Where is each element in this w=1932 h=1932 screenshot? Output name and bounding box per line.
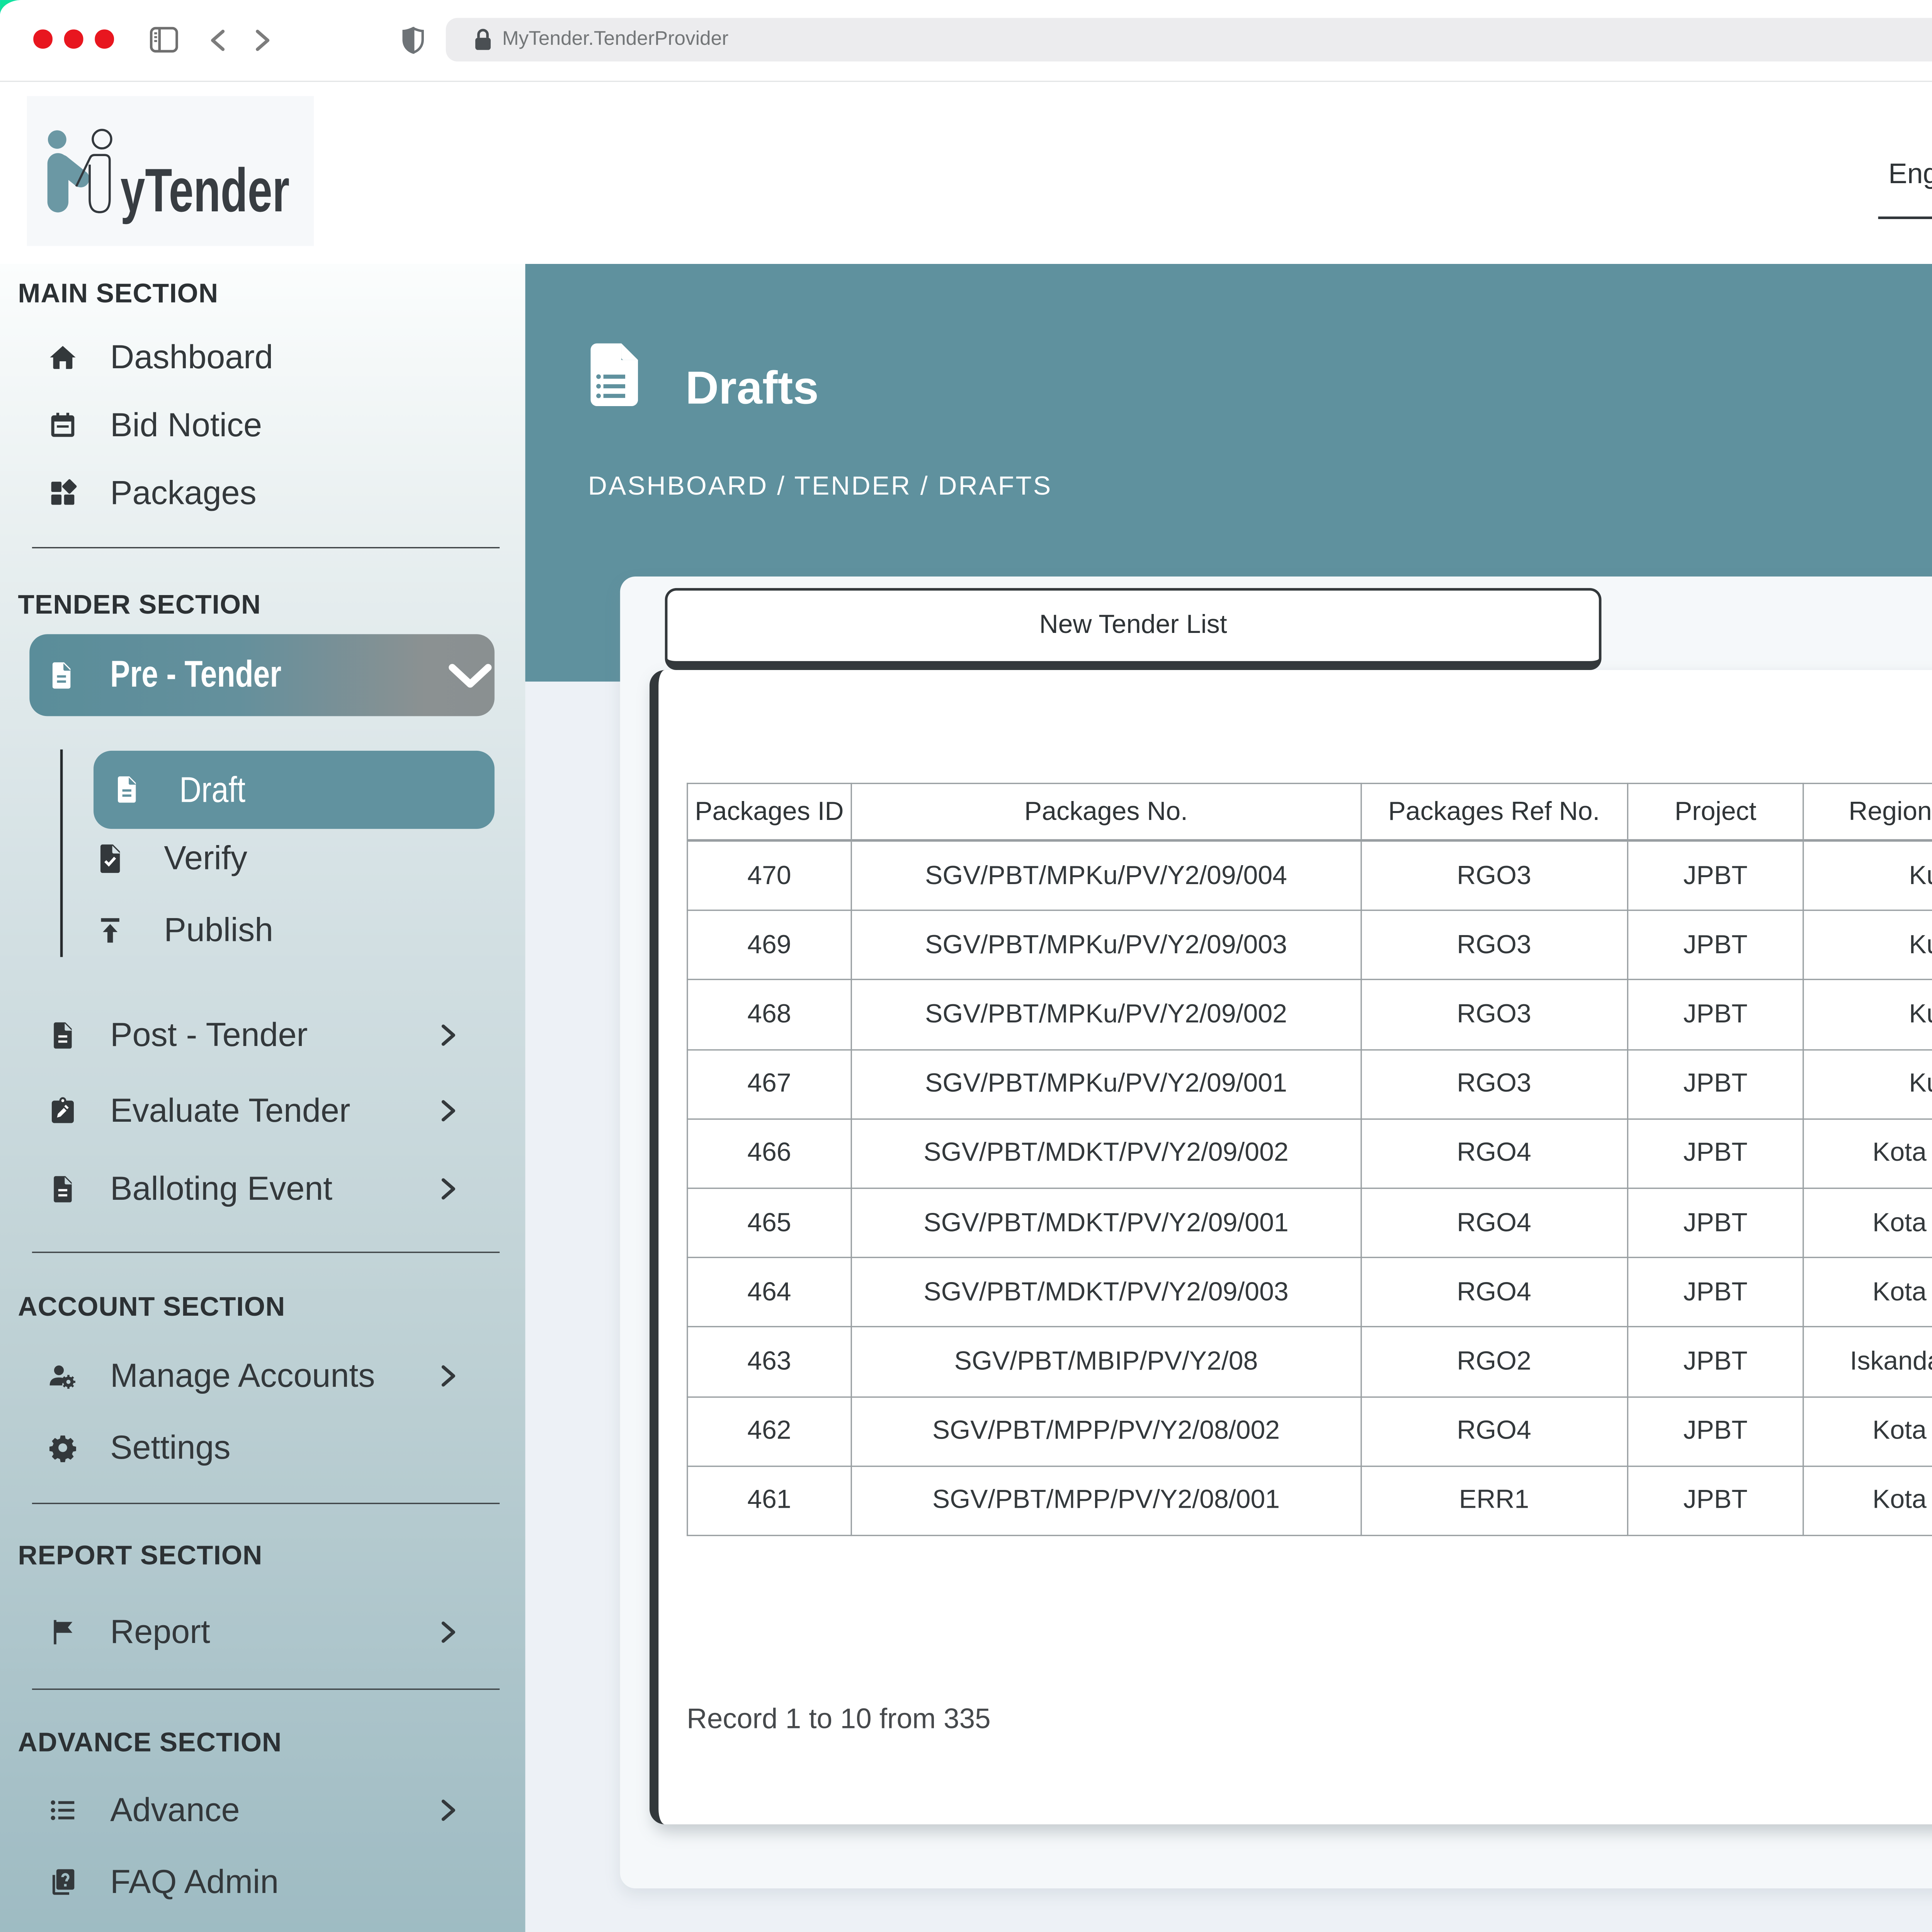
svg-text:yTender: yTender [121,156,290,224]
